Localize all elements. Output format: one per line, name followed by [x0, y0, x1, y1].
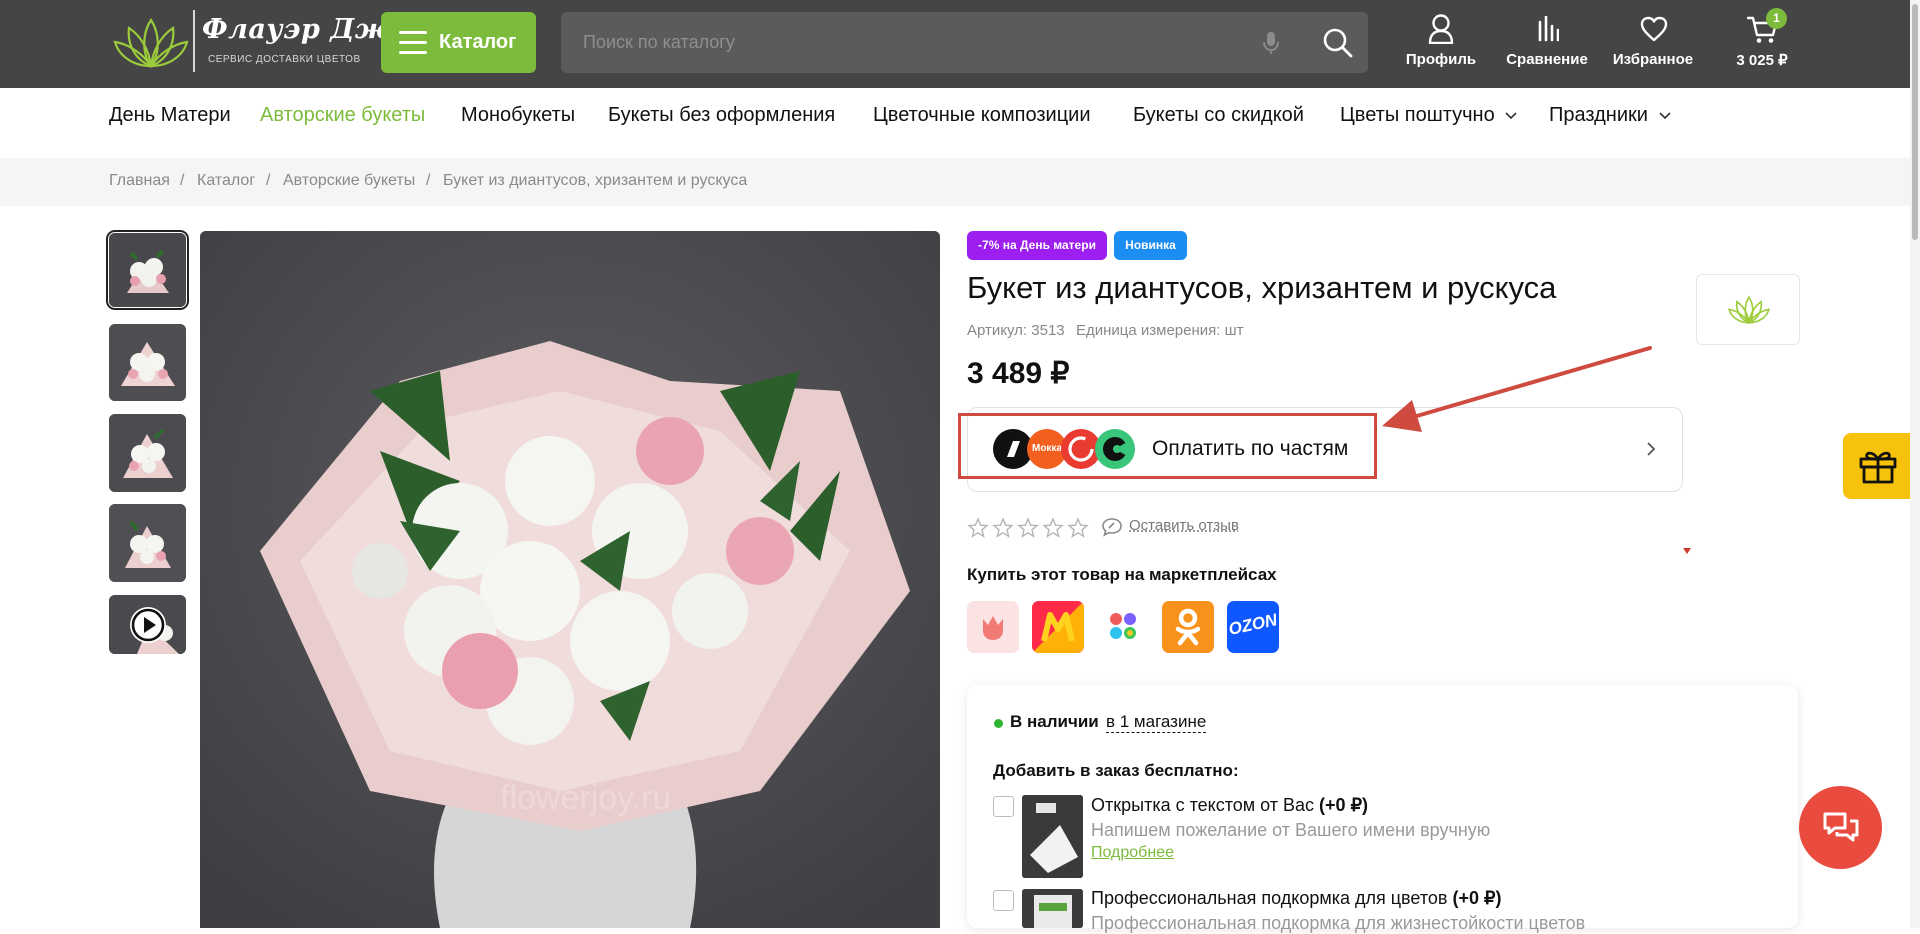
breadcrumb-catalog[interactable]: Каталог: [197, 172, 255, 190]
favorites-button[interactable]: Избранное: [1608, 14, 1698, 74]
nav-item-single-flowers[interactable]: Цветы поштучно: [1340, 104, 1517, 127]
user-icon: [1428, 14, 1454, 44]
addon-feed-checkbox[interactable]: [993, 890, 1014, 911]
cart-button[interactable]: 3 025 ₽: [1722, 14, 1802, 74]
odnoklassniki-icon[interactable]: [1162, 601, 1214, 653]
product-price: 3 489 ₽: [967, 357, 1070, 390]
nav-item-discount[interactable]: Букеты со скидкой: [1133, 104, 1304, 127]
gallery-thumb-1[interactable]: [106, 230, 189, 310]
lotus-logo-icon: [1728, 295, 1770, 325]
chevron-right-icon: [1647, 442, 1656, 456]
favorites-label: Избранное: [1612, 51, 1694, 68]
image-watermark: flowerjoy.ru: [500, 779, 672, 817]
search-input[interactable]: [561, 12, 1285, 73]
free-addons-title: Добавить в заказ бесплатно:: [993, 761, 1239, 780]
scrollbar-thumb[interactable]: [1912, 4, 1918, 240]
microphone-icon[interactable]: [1263, 31, 1279, 55]
chevron-down-icon: [1658, 112, 1671, 119]
new-badge: Новинка: [1114, 231, 1187, 260]
stock-status: В наличии: [1010, 712, 1099, 731]
breadcrumb-separator: /: [180, 172, 185, 189]
site-logo[interactable]: Флауэр Джой СЕРВИС ДОСТАВКИ ЦВЕТОВ: [113, 10, 429, 72]
catalog-button-label: Каталог: [439, 31, 517, 53]
catalog-button[interactable]: Каталог: [381, 12, 536, 73]
sber-icon[interactable]: [1097, 601, 1149, 653]
annotation-highlight-box: [958, 413, 1377, 479]
profile-label: Профиль: [1405, 51, 1477, 68]
breadcrumb-category[interactable]: Авторские букеты: [283, 172, 415, 190]
compare-icon: [1538, 16, 1559, 42]
addon-card-title: Открытка с текстом от Вас (+0 ₽): [1091, 795, 1369, 815]
discount-badge: -7% на День матери: [967, 231, 1107, 260]
product-main-image[interactable]: flowerjoy.ru: [200, 231, 940, 928]
addon-card-checkbox[interactable]: [993, 796, 1014, 817]
profile-button[interactable]: Профиль: [1401, 14, 1481, 74]
logo-tagline: СЕРВИС ДОСТАВКИ ЦВЕТОВ: [208, 54, 361, 65]
flowwow-icon[interactable]: [967, 601, 1019, 653]
logo-divider: [193, 10, 195, 72]
marketplaces-title: Купить этот товар на маркетплейсах: [967, 565, 1277, 584]
comment-icon: [1102, 518, 1122, 537]
brand-logo[interactable]: [1696, 274, 1800, 345]
cart-total: 3 025 ₽: [1736, 52, 1788, 69]
product-article: Артикул: 3513: [967, 322, 1065, 339]
leave-review-link[interactable]: Оставить отзыв: [1129, 517, 1239, 534]
megamarket-icon[interactable]: [1032, 601, 1084, 653]
chat-icon: [1823, 812, 1859, 842]
nav-item-compositions[interactable]: Цветочные композиции: [873, 104, 1091, 127]
heart-icon: [1640, 16, 1668, 42]
caret-down-icon: [1683, 548, 1691, 554]
nav-item-mothers-day[interactable]: День Матери: [109, 104, 231, 127]
nav-item-author-bouquets[interactable]: Авторские букеты: [260, 104, 425, 127]
addon-card-description: Напишем пожелание от Вашего имени вручну…: [1091, 820, 1491, 840]
lotus-logo-icon: [113, 18, 189, 68]
product-title: Букет из диантусов, хризантем и рускуса: [967, 270, 1557, 305]
addon-feed-title: Профессиональная подкормка для цветов (+…: [1091, 888, 1502, 908]
gallery-thumb-4[interactable]: [109, 504, 186, 582]
in-stock-dot: [994, 719, 1003, 728]
nav-item-bouquets-plain[interactable]: Букеты без оформления: [608, 104, 835, 127]
gift-icon: [1859, 451, 1897, 484]
gallery-thumb-3[interactable]: [109, 414, 186, 492]
addon-feed-image: [1022, 889, 1083, 928]
breadcrumb-current: Букет из диантусов, хризантем и рускуса: [443, 172, 748, 189]
nav-item-holidays[interactable]: Праздники: [1549, 104, 1671, 127]
breadcrumb-separator: /: [426, 172, 431, 189]
search-icon[interactable]: [1323, 28, 1353, 58]
breadcrumb-home[interactable]: Главная: [109, 172, 170, 190]
addon-card-image: [1022, 795, 1083, 878]
menu-icon: [399, 31, 427, 55]
compare-label: Сравнение: [1506, 51, 1588, 68]
gallery-video-thumb[interactable]: [109, 595, 186, 654]
rating-stars[interactable]: [967, 517, 1089, 539]
cart-count-badge: 1: [1766, 8, 1787, 29]
compare-button[interactable]: Сравнение: [1502, 14, 1592, 74]
gallery-thumb-2[interactable]: [109, 324, 186, 401]
gift-button[interactable]: [1843, 433, 1910, 499]
play-icon: [130, 607, 166, 643]
chevron-down-icon: [1505, 112, 1517, 119]
ozon-icon[interactable]: OZON: [1227, 601, 1279, 653]
breadcrumb-separator: /: [266, 172, 271, 189]
stores-link[interactable]: в 1 магазине: [1106, 712, 1207, 733]
product-unit: Единица измерения: шт: [1076, 322, 1244, 339]
addon-card-more-link[interactable]: Подробнее: [1091, 844, 1174, 862]
annotation-arrow-icon: [1382, 346, 1652, 432]
search-box: [561, 12, 1368, 73]
chat-button[interactable]: [1799, 786, 1882, 869]
nav-item-monobouquets[interactable]: Монобукеты: [461, 104, 575, 127]
addon-feed-description: Профессиональная подкормка для жизнестой…: [1091, 913, 1586, 933]
